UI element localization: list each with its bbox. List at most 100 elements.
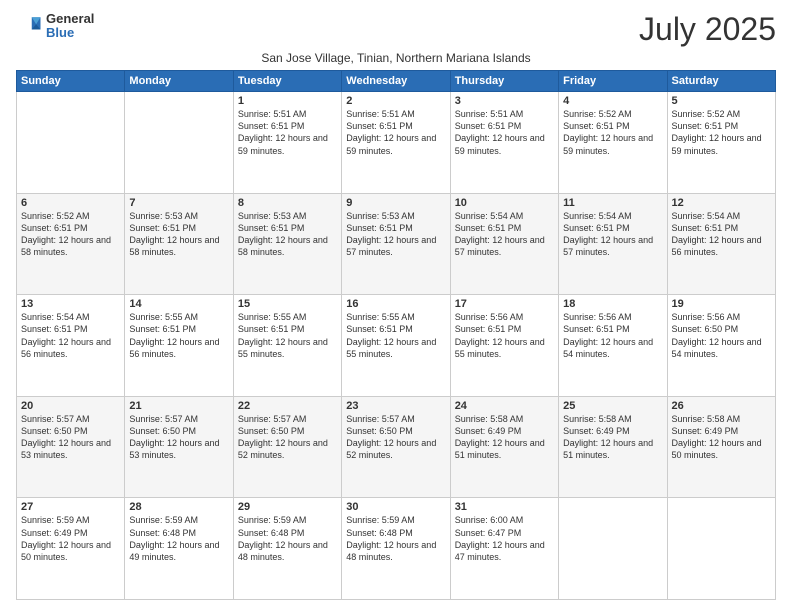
header-monday: Monday [125, 71, 233, 92]
header-friday: Friday [559, 71, 667, 92]
day-cell: 1Sunrise: 5:51 AM Sunset: 6:51 PM Daylig… [233, 92, 341, 194]
day-number: 23 [346, 400, 445, 412]
day-info: Sunrise: 5:57 AM Sunset: 6:50 PM Dayligh… [129, 413, 228, 462]
day-info: Sunrise: 5:52 AM Sunset: 6:51 PM Dayligh… [563, 108, 662, 157]
day-cell: 24Sunrise: 5:58 AM Sunset: 6:49 PM Dayli… [450, 396, 558, 498]
day-cell [17, 92, 125, 194]
day-info: Sunrise: 5:56 AM Sunset: 6:50 PM Dayligh… [672, 311, 771, 360]
page: General Blue July 2025 San Jose Village,… [0, 0, 792, 612]
day-info: Sunrise: 5:54 AM Sunset: 6:51 PM Dayligh… [21, 311, 120, 360]
day-cell: 4Sunrise: 5:52 AM Sunset: 6:51 PM Daylig… [559, 92, 667, 194]
day-cell: 31Sunrise: 6:00 AM Sunset: 6:47 PM Dayli… [450, 498, 558, 600]
week-row-0: 1Sunrise: 5:51 AM Sunset: 6:51 PM Daylig… [17, 92, 776, 194]
day-number: 22 [238, 400, 337, 412]
day-info: Sunrise: 5:57 AM Sunset: 6:50 PM Dayligh… [21, 413, 120, 462]
header-tuesday: Tuesday [233, 71, 341, 92]
week-row-4: 27Sunrise: 5:59 AM Sunset: 6:49 PM Dayli… [17, 498, 776, 600]
day-number: 8 [238, 197, 337, 209]
day-number: 17 [455, 298, 554, 310]
day-number: 6 [21, 197, 120, 209]
day-number: 28 [129, 501, 228, 513]
day-number: 13 [21, 298, 120, 310]
day-cell: 6Sunrise: 5:52 AM Sunset: 6:51 PM Daylig… [17, 193, 125, 295]
day-cell: 28Sunrise: 5:59 AM Sunset: 6:48 PM Dayli… [125, 498, 233, 600]
day-info: Sunrise: 5:52 AM Sunset: 6:51 PM Dayligh… [672, 108, 771, 157]
day-info: Sunrise: 5:57 AM Sunset: 6:50 PM Dayligh… [346, 413, 445, 462]
logo-icon [16, 12, 44, 40]
day-info: Sunrise: 5:55 AM Sunset: 6:51 PM Dayligh… [346, 311, 445, 360]
day-cell: 29Sunrise: 5:59 AM Sunset: 6:48 PM Dayli… [233, 498, 341, 600]
day-cell: 30Sunrise: 5:59 AM Sunset: 6:48 PM Dayli… [342, 498, 450, 600]
day-number: 7 [129, 197, 228, 209]
day-info: Sunrise: 5:54 AM Sunset: 6:51 PM Dayligh… [672, 210, 771, 259]
day-number: 15 [238, 298, 337, 310]
day-number: 9 [346, 197, 445, 209]
day-number: 4 [563, 95, 662, 107]
day-cell: 12Sunrise: 5:54 AM Sunset: 6:51 PM Dayli… [667, 193, 775, 295]
day-cell: 16Sunrise: 5:55 AM Sunset: 6:51 PM Dayli… [342, 295, 450, 397]
day-cell: 8Sunrise: 5:53 AM Sunset: 6:51 PM Daylig… [233, 193, 341, 295]
day-number: 26 [672, 400, 771, 412]
logo: General Blue [16, 12, 94, 41]
day-info: Sunrise: 5:51 AM Sunset: 6:51 PM Dayligh… [238, 108, 337, 157]
day-info: Sunrise: 5:53 AM Sunset: 6:51 PM Dayligh… [238, 210, 337, 259]
week-row-3: 20Sunrise: 5:57 AM Sunset: 6:50 PM Dayli… [17, 396, 776, 498]
day-info: Sunrise: 5:59 AM Sunset: 6:48 PM Dayligh… [129, 514, 228, 563]
day-cell: 18Sunrise: 5:56 AM Sunset: 6:51 PM Dayli… [559, 295, 667, 397]
day-number: 18 [563, 298, 662, 310]
calendar-header-row: Sunday Monday Tuesday Wednesday Thursday… [17, 71, 776, 92]
header-saturday: Saturday [667, 71, 775, 92]
day-number: 24 [455, 400, 554, 412]
day-number: 25 [563, 400, 662, 412]
calendar-table: Sunday Monday Tuesday Wednesday Thursday… [16, 70, 776, 600]
day-info: Sunrise: 5:59 AM Sunset: 6:48 PM Dayligh… [238, 514, 337, 563]
day-number: 14 [129, 298, 228, 310]
day-number: 2 [346, 95, 445, 107]
day-info: Sunrise: 5:58 AM Sunset: 6:49 PM Dayligh… [455, 413, 554, 462]
day-cell: 2Sunrise: 5:51 AM Sunset: 6:51 PM Daylig… [342, 92, 450, 194]
day-cell: 14Sunrise: 5:55 AM Sunset: 6:51 PM Dayli… [125, 295, 233, 397]
logo-text: General Blue [46, 12, 94, 41]
day-number: 31 [455, 501, 554, 513]
week-row-2: 13Sunrise: 5:54 AM Sunset: 6:51 PM Dayli… [17, 295, 776, 397]
day-info: Sunrise: 5:56 AM Sunset: 6:51 PM Dayligh… [455, 311, 554, 360]
day-cell: 11Sunrise: 5:54 AM Sunset: 6:51 PM Dayli… [559, 193, 667, 295]
day-cell: 25Sunrise: 5:58 AM Sunset: 6:49 PM Dayli… [559, 396, 667, 498]
day-cell: 3Sunrise: 5:51 AM Sunset: 6:51 PM Daylig… [450, 92, 558, 194]
day-number: 27 [21, 501, 120, 513]
day-info: Sunrise: 5:56 AM Sunset: 6:51 PM Dayligh… [563, 311, 662, 360]
day-cell: 17Sunrise: 5:56 AM Sunset: 6:51 PM Dayli… [450, 295, 558, 397]
day-info: Sunrise: 5:52 AM Sunset: 6:51 PM Dayligh… [21, 210, 120, 259]
day-info: Sunrise: 5:58 AM Sunset: 6:49 PM Dayligh… [672, 413, 771, 462]
day-info: Sunrise: 5:58 AM Sunset: 6:49 PM Dayligh… [563, 413, 662, 462]
day-number: 21 [129, 400, 228, 412]
logo-blue: Blue [46, 26, 94, 40]
day-number: 10 [455, 197, 554, 209]
day-cell: 21Sunrise: 5:57 AM Sunset: 6:50 PM Dayli… [125, 396, 233, 498]
day-info: Sunrise: 5:55 AM Sunset: 6:51 PM Dayligh… [238, 311, 337, 360]
day-number: 19 [672, 298, 771, 310]
day-cell: 9Sunrise: 5:53 AM Sunset: 6:51 PM Daylig… [342, 193, 450, 295]
day-number: 29 [238, 501, 337, 513]
day-cell: 19Sunrise: 5:56 AM Sunset: 6:50 PM Dayli… [667, 295, 775, 397]
title-block: July 2025 [639, 12, 776, 47]
day-number: 1 [238, 95, 337, 107]
day-cell [559, 498, 667, 600]
header-sunday: Sunday [17, 71, 125, 92]
day-cell: 23Sunrise: 5:57 AM Sunset: 6:50 PM Dayli… [342, 396, 450, 498]
day-info: Sunrise: 5:51 AM Sunset: 6:51 PM Dayligh… [455, 108, 554, 157]
day-number: 16 [346, 298, 445, 310]
day-cell: 5Sunrise: 5:52 AM Sunset: 6:51 PM Daylig… [667, 92, 775, 194]
day-info: Sunrise: 5:54 AM Sunset: 6:51 PM Dayligh… [455, 210, 554, 259]
day-info: Sunrise: 5:53 AM Sunset: 6:51 PM Dayligh… [129, 210, 228, 259]
day-number: 11 [563, 197, 662, 209]
logo-general: General [46, 12, 94, 26]
day-number: 5 [672, 95, 771, 107]
day-number: 30 [346, 501, 445, 513]
day-info: Sunrise: 5:53 AM Sunset: 6:51 PM Dayligh… [346, 210, 445, 259]
day-cell: 10Sunrise: 5:54 AM Sunset: 6:51 PM Dayli… [450, 193, 558, 295]
header-thursday: Thursday [450, 71, 558, 92]
day-cell: 7Sunrise: 5:53 AM Sunset: 6:51 PM Daylig… [125, 193, 233, 295]
header-wednesday: Wednesday [342, 71, 450, 92]
day-cell: 20Sunrise: 5:57 AM Sunset: 6:50 PM Dayli… [17, 396, 125, 498]
